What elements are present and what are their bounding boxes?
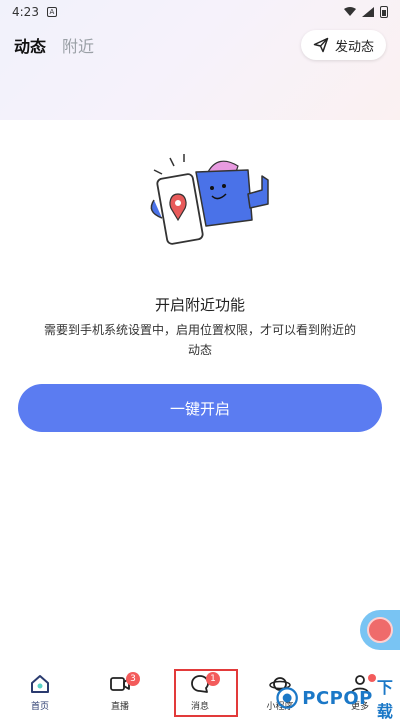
watermark-suffix: 下载 [376, 678, 393, 720]
wifi-icon [344, 7, 356, 16]
page-header: 动态 附近 发动态 [0, 30, 400, 60]
home-icon [31, 674, 49, 693]
battery-icon [380, 6, 388, 18]
enable-location-button[interactable]: 一键开启 [18, 384, 382, 432]
permission-description: 需要到手机系统设置中，启用位置权限，才可以看到附近的动态 [43, 323, 356, 357]
send-icon [313, 37, 329, 53]
page-title: 开启附近功能 [154, 296, 245, 314]
status-icons [344, 6, 388, 18]
tab-nearby[interactable]: 附近 [62, 33, 94, 57]
watermark: PCPOP 下载 [276, 678, 400, 720]
floating-gift-button[interactable] [360, 610, 400, 650]
nav-label-live: 直播 [110, 701, 129, 712]
tab-dynamic[interactable]: 动态 [14, 33, 46, 57]
status-bar: 4:23 A [0, 0, 400, 24]
post-button[interactable]: 发动态 [300, 30, 386, 60]
signal-icon [362, 7, 374, 17]
location-permission-illustration [150, 154, 269, 245]
live-badge: 3 [126, 672, 140, 686]
nav-label-home: 首页 [30, 701, 49, 712]
nav-item-home[interactable]: 首页 [0, 664, 80, 720]
gift-icon [367, 617, 393, 643]
watermark-logo-icon [276, 687, 298, 709]
app-notification-icon: A [46, 7, 57, 17]
watermark-text: PCPOP [302, 687, 373, 709]
status-time: 4:23 [12, 5, 39, 19]
post-button-label: 发动态 [334, 39, 374, 55]
nav-item-live[interactable]: 3 直播 [80, 664, 160, 720]
messages-highlight-box [174, 669, 238, 717]
